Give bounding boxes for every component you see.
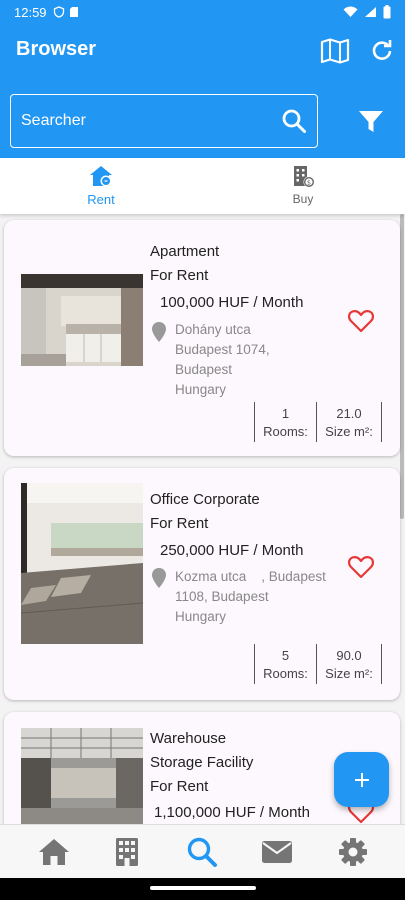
listing-price: 250,000 HUF / Month [160,542,304,559]
favorite-heart-icon[interactable] [348,309,374,333]
search-icon[interactable] [281,108,307,134]
sd-card-status-icon [69,7,78,17]
favorite-heart-icon[interactable] [348,555,374,579]
battery-icon [383,5,391,19]
listing-card[interactable]: Office Corporate For Rent 250,000 HUF / … [4,468,400,700]
search-box[interactable] [10,94,318,148]
listing-price: 1,100,000 HUF / Month [154,804,310,821]
listing-type: For Rent [150,515,209,532]
nav-home[interactable] [37,835,71,869]
filter-icon[interactable] [358,110,384,134]
shield-status-icon [53,6,64,18]
gesture-handle[interactable] [150,886,256,890]
app-bar: Browser [0,24,405,158]
search-icon [187,837,217,867]
listing-list[interactable]: Apartment For Rent 100,000 HUF / Month D… [0,214,405,824]
listing-price: 100,000 HUF / Month [160,294,304,311]
listing-photo [21,728,143,824]
size-stat: 21.0 Size m²: [316,402,382,442]
bottom-navigation [0,824,405,878]
plus-icon [354,772,369,787]
size-stat: 90.0 Size m²: [316,644,382,684]
tab-bar: Rent $ Buy [0,158,405,214]
status-time: 12:59 [14,4,47,20]
listing-type: For Rent [150,778,209,795]
house-rent-icon [90,166,112,187]
listing-title: Office Corporate [150,491,260,508]
tab-buy[interactable]: $ Buy [202,158,404,214]
map-icon[interactable] [320,38,350,64]
location-pin-icon [152,568,166,588]
listing-title: Apartment [150,243,220,260]
nav-settings[interactable] [336,835,370,869]
listing-stats: 1 Rooms: 21.0 Size m²: [254,402,382,442]
tab-rent-label: Rent [87,192,115,207]
settings-icon [339,838,367,866]
listing-type: For Rent [150,267,209,284]
add-listing-button[interactable] [334,752,389,807]
wifi-icon [343,6,358,17]
rooms-stat: 1 Rooms: [254,402,316,442]
scrollbar[interactable] [400,214,404,519]
app-title: Browser [16,38,97,60]
nav-search[interactable] [185,835,219,869]
building-buy-icon: $ [294,166,315,188]
mail-icon [262,841,292,863]
listing-subtitle: Storage Facility [150,754,254,771]
svg-text:$: $ [307,179,311,187]
listing-stats: 5 Rooms: 90.0 Size m²: [254,644,382,684]
nav-messages[interactable] [260,835,294,869]
system-gesture-bar [0,878,405,900]
rooms-stat: 5 Rooms: [254,644,316,684]
listing-address: Dohány utca Budapest 1074, Budapest Hung… [175,322,270,397]
nav-buildings[interactable] [110,835,144,869]
tab-rent[interactable]: Rent [0,158,202,214]
tab-buy-label: Buy [292,192,314,206]
listing-address: Kozma utca , Budapest 1108, Budapest Hun… [175,569,326,624]
search-input[interactable] [21,95,271,147]
listing-title: Warehouse [150,730,227,747]
listing-photo [21,483,143,644]
home-icon [39,839,69,865]
location-pin-icon [152,322,166,342]
signal-icon [365,7,376,17]
building-icon [116,838,138,866]
listing-photo [21,274,143,366]
refresh-icon[interactable] [369,38,395,64]
listing-card[interactable]: Apartment For Rent 100,000 HUF / Month D… [4,220,400,456]
status-bar: 12:59 [0,0,405,24]
